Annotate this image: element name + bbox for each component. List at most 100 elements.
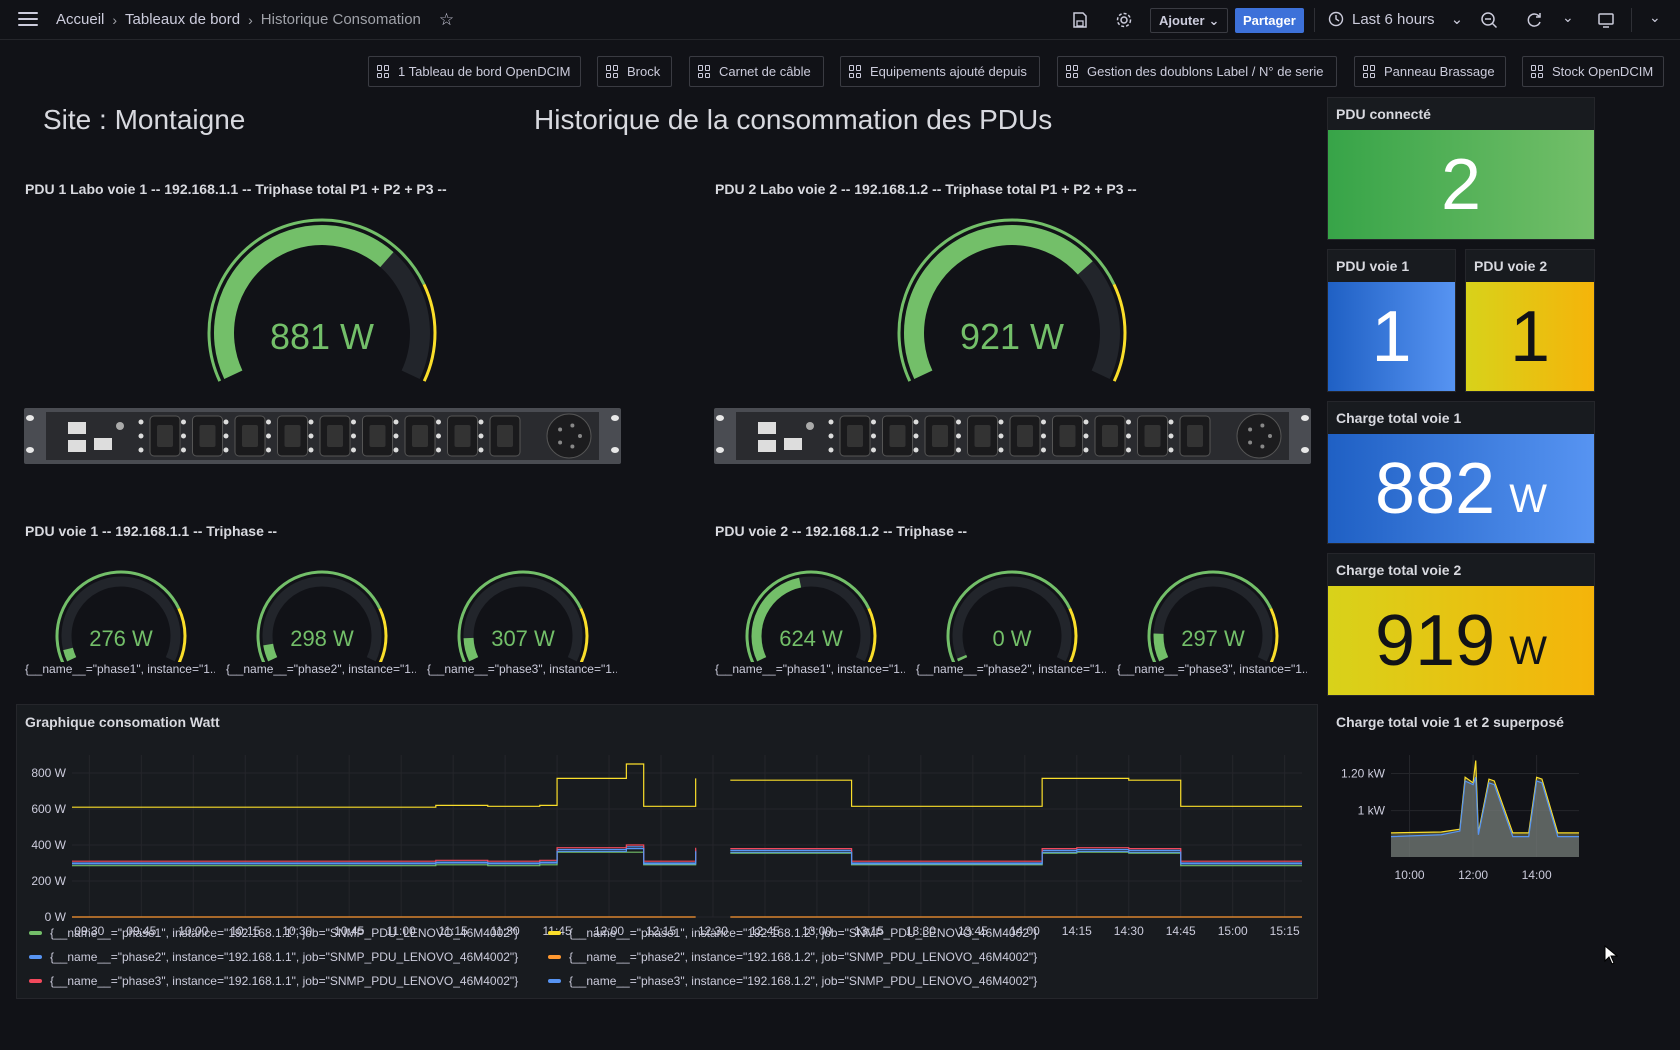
pdu-outlet-dot (351, 419, 356, 425)
dashboard-link[interactable]: Equipements ajouté depuis (840, 56, 1040, 87)
chevron-down-icon: ⌄ (1208, 12, 1220, 28)
dashboard-grid-icon (849, 65, 862, 78)
pdu-outlet-dot (871, 447, 876, 453)
pdu-pin (1248, 440, 1253, 445)
legend-item[interactable]: {__name__="phase3", instance="192.168.1.… (29, 974, 518, 988)
pdu-outlet-socket (497, 425, 513, 447)
dashboard-link[interactable]: Brock (597, 56, 672, 87)
zoom-out-icon[interactable] (1480, 11, 1498, 29)
stat-title: PDU voie 1 (1336, 258, 1410, 274)
legend-swatch (29, 931, 42, 935)
legend-item[interactable]: {__name__="phase2", instance="192.168.1.… (548, 950, 1037, 964)
gauge-value: 0 W (992, 626, 1031, 651)
dashboard-link[interactable]: Stock OpenDCIM (1522, 56, 1664, 87)
gauge-fill (263, 643, 278, 662)
pdu-outlet-dot (1041, 433, 1046, 439)
stat-panel-voie2: PDU voie 2 1 (1465, 249, 1595, 392)
save-icon[interactable] (1071, 11, 1089, 29)
pdu-pin (558, 440, 563, 445)
dashboard-link-label: Carnet de câble (719, 64, 811, 79)
series-line (72, 846, 1302, 864)
pdu-pin (1260, 423, 1265, 428)
x-tick-label: 14:45 (1166, 924, 1196, 935)
legend-label: {__name__="phase2", instance="192.168.1.… (569, 950, 1038, 964)
dashboard-link-label: Brock (627, 64, 661, 79)
gauge-phase: 0 W (939, 562, 1085, 662)
pdu-outlet-dot (1168, 447, 1174, 453)
legend-label: {__name__="phase2", instance="192.168.1.… (50, 950, 519, 964)
dashboard-link[interactable]: Panneau Brassage (1354, 56, 1506, 87)
pdu-lan-port (68, 422, 86, 434)
legend-item[interactable]: {__name__="phase1", instance="192.168.1.… (548, 926, 1037, 940)
gauge-label: {__name__="phase3", instance="1... (427, 662, 617, 676)
y-tick-label: 0 W (45, 910, 67, 924)
refresh-icon[interactable] (1525, 11, 1543, 29)
pdu-outlet-dot (1126, 447, 1131, 453)
stat-panel-connected: PDU connecté 2 (1327, 97, 1595, 240)
gauge-pdu1-total: 881 W (191, 210, 453, 390)
pdu-lan-port (94, 438, 112, 450)
add-button-label: Ajouter (1159, 13, 1205, 28)
gauge-svg: 881 W (207, 218, 437, 382)
panel-title: PDU 1 Labo voie 1 -- 192.168.1.1 -- Trip… (25, 181, 447, 197)
chevron-down-icon[interactable]: ⌄ (1649, 9, 1661, 26)
stat-panel-charge1: Charge total voie 1 882 W (1327, 401, 1595, 544)
star-icon[interactable]: ☆ (439, 11, 454, 28)
panel-title: Graphique consomation Watt (25, 714, 220, 730)
legend-label: {__name__="phase3", instance="192.168.1.… (569, 974, 1038, 988)
dashboard-link[interactable]: Carnet de câble (689, 56, 824, 87)
pdu-screw (1301, 415, 1309, 421)
pdu-outlet-dot (956, 447, 961, 453)
add-button[interactable]: Ajouter ⌄ (1150, 8, 1229, 33)
stat-unit: W (1509, 477, 1547, 521)
pdu-outlet-dot (478, 447, 484, 453)
pdu-outlet-dot (1083, 419, 1089, 425)
chevron-down-icon[interactable]: ⌄ (1562, 9, 1574, 26)
pdu-pin (1268, 434, 1272, 438)
pdu-outlet-socket (327, 425, 343, 447)
breadcrumb-dashboards[interactable]: Tableaux de bord (125, 11, 240, 28)
gauge-phase: 298 W (249, 562, 395, 662)
tv-mode-icon[interactable] (1597, 11, 1615, 29)
divider (1631, 8, 1632, 32)
x-tick-label: 15:15 (1270, 924, 1300, 935)
pdu-outlet-dot (308, 447, 314, 453)
pdu-outlet-dot (478, 419, 484, 425)
pdu-outlet-socket (412, 425, 428, 447)
gauge-label: {__name__="phase1", instance="1... (715, 662, 905, 676)
gauge-label: {__name__="phase3", instance="1... (1117, 662, 1307, 676)
pdu-screw (716, 415, 724, 421)
pdu-lan-port (758, 440, 776, 452)
pdu-outlet-socket (932, 425, 948, 447)
legend-item[interactable]: {__name__="phase2", instance="192.168.1.… (29, 950, 518, 964)
dashboard-link[interactable]: 1 Tableau de bord OpenDCIM (368, 56, 581, 87)
pdu-outlet-socket (974, 425, 991, 447)
pdu-outlet-dot (956, 433, 961, 439)
pdu-outlet-socket (1017, 425, 1033, 447)
pdu-outlet-dot (393, 447, 399, 453)
y-tick-label: 1 kW (1358, 804, 1386, 818)
dashboard-grid-icon (606, 65, 619, 78)
legend-item[interactable]: {__name__="phase1", instance="192.168.1.… (29, 926, 518, 940)
legend-item[interactable]: {__name__="phase3", instance="192.168.1.… (548, 974, 1037, 988)
menu-icon[interactable] (18, 12, 38, 27)
y-tick-label: 600 W (31, 802, 66, 816)
pdu-outlet-dot (436, 447, 441, 453)
time-picker[interactable]: Last 6 hours ⌄ (1328, 10, 1463, 28)
x-tick-label: 12:00 (1458, 868, 1488, 882)
pdu-outlet-dot (266, 433, 271, 439)
stat-unit: W (1509, 629, 1547, 673)
breadcrumb-home[interactable]: Accueil (56, 11, 104, 28)
share-button[interactable]: Partager (1235, 8, 1304, 33)
pdu-outlet-socket (1059, 425, 1076, 447)
gear-icon[interactable] (1115, 11, 1133, 29)
dashboard-link[interactable]: Gestion des doublons Label / N° de serie (1057, 56, 1337, 87)
stat-panel-voie1: PDU voie 1 1 (1327, 249, 1456, 392)
legend-label: {__name__="phase1", instance="192.168.1.… (569, 926, 1038, 940)
timeseries-chart[interactable]: 800 W600 W400 W200 W0 W09:30 09:45 10:00 10… (17, 735, 1317, 935)
stat-title: PDU connecté (1336, 106, 1431, 122)
overlay-chart[interactable]: 1.20 kW 1 kW 10:00 12:00 14:00 (1327, 745, 1595, 885)
pdu-outlet-socket (454, 425, 471, 447)
gauge-pdu2-total: 921 W (881, 210, 1143, 390)
dashboard-grid-icon (1363, 65, 1376, 78)
